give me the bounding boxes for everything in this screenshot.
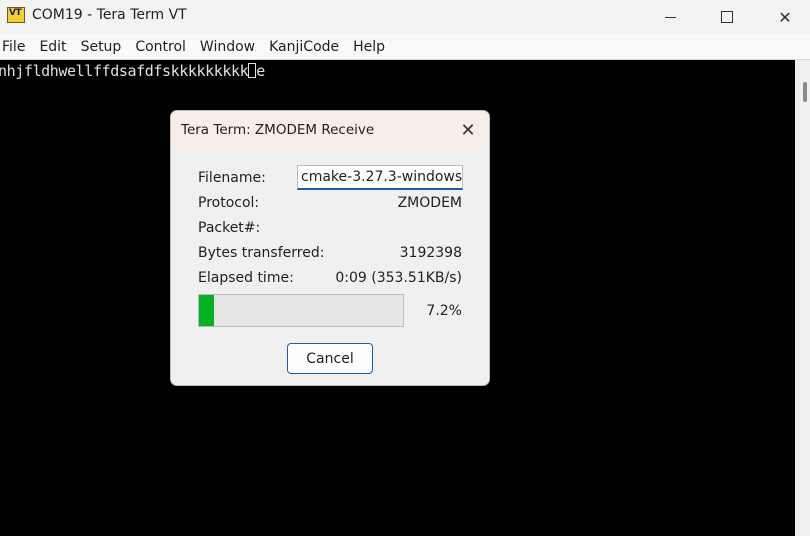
scrollbar-thumb[interactable] — [803, 82, 807, 102]
dialog-close-button[interactable]: ✕ — [455, 117, 481, 143]
close-window-button[interactable]: ✕ — [757, 0, 810, 34]
maximize-button[interactable] — [699, 0, 755, 34]
zmodem-receive-dialog: Tera Term: ZMODEM Receive ✕ Filename: cm… — [170, 110, 490, 386]
minimize-button[interactable] — [642, 0, 698, 34]
menu-file[interactable]: File — [0, 39, 33, 55]
tera-term-window: VT COM19 - Tera Term VT ✕ File Edit Setu… — [0, 0, 810, 536]
terminal-line: nhjfldhwellffdsafdfskkkkkkkkk e — [0, 62, 265, 80]
menu-bar: File Edit Setup Control Window KanjiCode… — [0, 34, 810, 60]
menu-edit[interactable]: Edit — [37, 39, 74, 55]
bytes-transferred-value: 3192398 — [399, 245, 462, 261]
terminal-text-after-cursor: e — [256, 62, 265, 80]
protocol-value: ZMODEM — [397, 195, 462, 211]
menu-help[interactable]: Help — [351, 39, 393, 55]
bytes-transferred-label: Bytes transferred: — [198, 245, 325, 261]
minimize-icon — [664, 16, 676, 18]
app-icon-label: VT — [9, 8, 22, 18]
progress-bar-fill — [199, 295, 214, 326]
elapsed-time-label: Elapsed time: — [198, 270, 294, 286]
close-icon: ✕ — [460, 119, 476, 141]
progress-bar — [198, 294, 404, 327]
progress-percent: 7.2% — [426, 303, 462, 319]
elapsed-time-value: 0:09 (353.51KB/s) — [335, 270, 462, 286]
dialog-title-bar[interactable]: Tera Term: ZMODEM Receive ✕ — [171, 111, 489, 149]
menu-control[interactable]: Control — [133, 39, 194, 55]
tera-term-app-icon[interactable]: VT — [7, 7, 25, 23]
terminal-text-before-cursor: nhjfldhwellffdsafdfskkkkkkkkk — [0, 62, 249, 80]
menu-kanjicode[interactable]: KanjiCode — [267, 39, 347, 55]
cancel-button[interactable]: Cancel — [287, 343, 373, 374]
dialog-title: Tera Term: ZMODEM Receive — [181, 122, 375, 138]
close-icon: ✕ — [778, 7, 792, 27]
menu-setup[interactable]: Setup — [79, 39, 130, 55]
vertical-scrollbar[interactable] — [795, 60, 810, 536]
packet-label: Packet#: — [198, 220, 261, 236]
window-title: COM19 - Tera Term VT — [32, 7, 187, 23]
filename-label: Filename: — [198, 170, 266, 186]
maximize-icon — [721, 11, 733, 23]
protocol-label: Protocol: — [198, 195, 260, 211]
filename-field[interactable]: cmake-3.27.3-windows-x86_64.msi — [297, 165, 463, 190]
menu-window[interactable]: Window — [198, 39, 263, 55]
title-bar[interactable]: VT COM19 - Tera Term VT ✕ — [0, 0, 810, 34]
